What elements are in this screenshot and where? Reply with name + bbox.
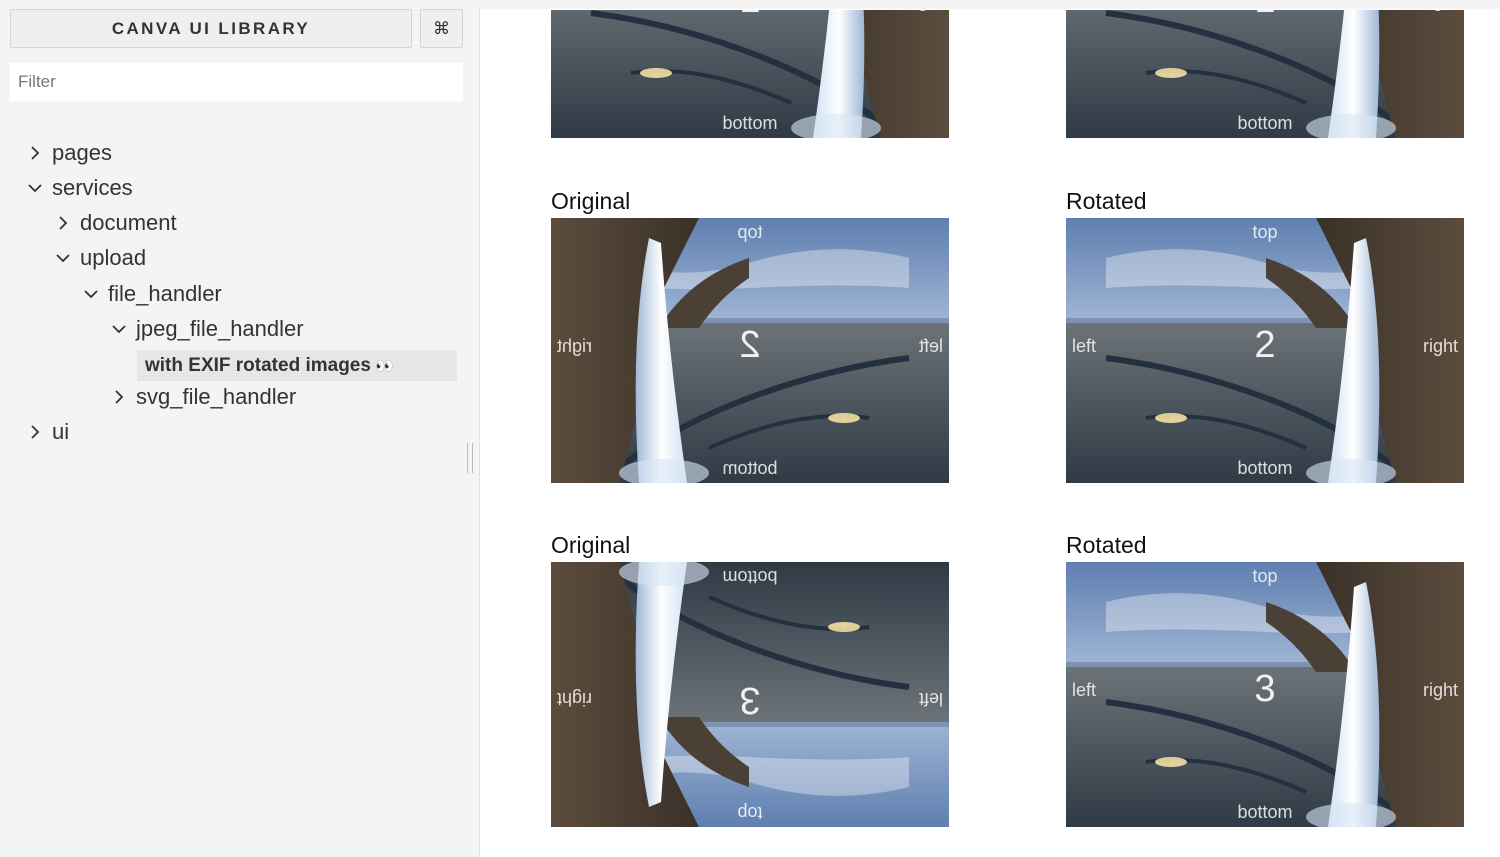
rotated-image-2: top bottom left right 2 [1066,218,1464,483]
image-label-num: 3 [739,679,761,721]
chevron-down-icon [24,177,46,199]
tree-item-label: file_handler [108,281,222,306]
chevron-right-icon [24,142,46,164]
rotated-caption: Rotated [1066,188,1147,214]
library-title-button[interactable]: CANVA UI LIBRARY [10,9,412,48]
original-image-3: top bottom left right 3 [551,562,949,827]
command-shortcut-button[interactable]: ⌘ [420,9,463,48]
chevron-right-icon [24,421,46,443]
image-label-top: top [737,222,763,242]
rotated-image-3: top bottom left right 3 [1066,562,1464,827]
eyes-emoji-icon: 👀 [374,357,394,375]
tree-item-jpeg-file-handler[interactable]: jpeg_file_handler [108,312,304,346]
tree-item-label: document [80,210,177,235]
tree-item-document[interactable]: document [52,206,177,240]
image-label-bottom: bottom [722,458,778,478]
chevron-down-icon [108,318,130,340]
chevron-right-icon [108,386,130,408]
image-label-num: 2 [739,324,761,366]
image-label-bottom: bottom [1237,113,1293,133]
image-label-top: top [737,803,763,823]
image-label-bottom: bottom [722,567,778,587]
tree-item-file-handler[interactable]: file_handler [80,277,222,311]
image-label-num: 1 [1066,10,1464,22]
image-label-bottom: bottom [1237,458,1293,478]
tree-item-label: services [52,175,133,200]
tree-item-with-exif-rotated-images[interactable]: with EXIF rotated images 👀 [137,350,457,381]
original-image-1: top bottom left right 1 [551,10,949,138]
rotated-caption: Rotated [1066,532,1147,558]
image-label-top: top [1252,566,1278,586]
tree-item-label: pages [52,140,112,165]
sidebar-resize-handle[interactable] [467,443,473,473]
story-preview: top bottom left right 1 [479,9,1500,857]
tree-item-label: svg_file_handler [136,384,297,409]
original-image-2: top bottom left right 2 [551,218,949,483]
tree-item-label: upload [80,245,147,270]
tree-item-services[interactable]: services [24,171,133,205]
tree-item-label: jpeg_file_handler [136,316,304,341]
original-caption: Original [551,532,631,558]
image-label-num: 1 [551,10,949,22]
tree-item-pages[interactable]: pages [24,136,112,170]
chevron-right-icon [52,212,74,234]
chevron-down-icon [80,283,102,305]
image-label-num: 3 [1254,668,1276,710]
tree-item-label: with EXIF rotated images [145,354,371,376]
original-caption: Original [551,188,631,214]
image-label-bottom: bottom [1237,802,1293,822]
image-label-num: 2 [1254,324,1276,366]
tree-item-ui[interactable]: ui [24,415,69,449]
chevron-down-icon [52,247,74,269]
image-label-bottom: bottom [722,113,778,133]
sidebar: CANVA UI LIBRARY ⌘ pages services docume… [0,0,478,857]
tree-item-svg-file-handler[interactable]: svg_file_handler [108,380,296,414]
tree-item-upload[interactable]: upload [52,241,146,275]
tree-item-label: ui [52,419,70,444]
image-label-top: top [1252,222,1278,242]
rotated-image-1: top bottom left right 1 [1066,10,1464,138]
filter-input[interactable] [10,63,463,101]
